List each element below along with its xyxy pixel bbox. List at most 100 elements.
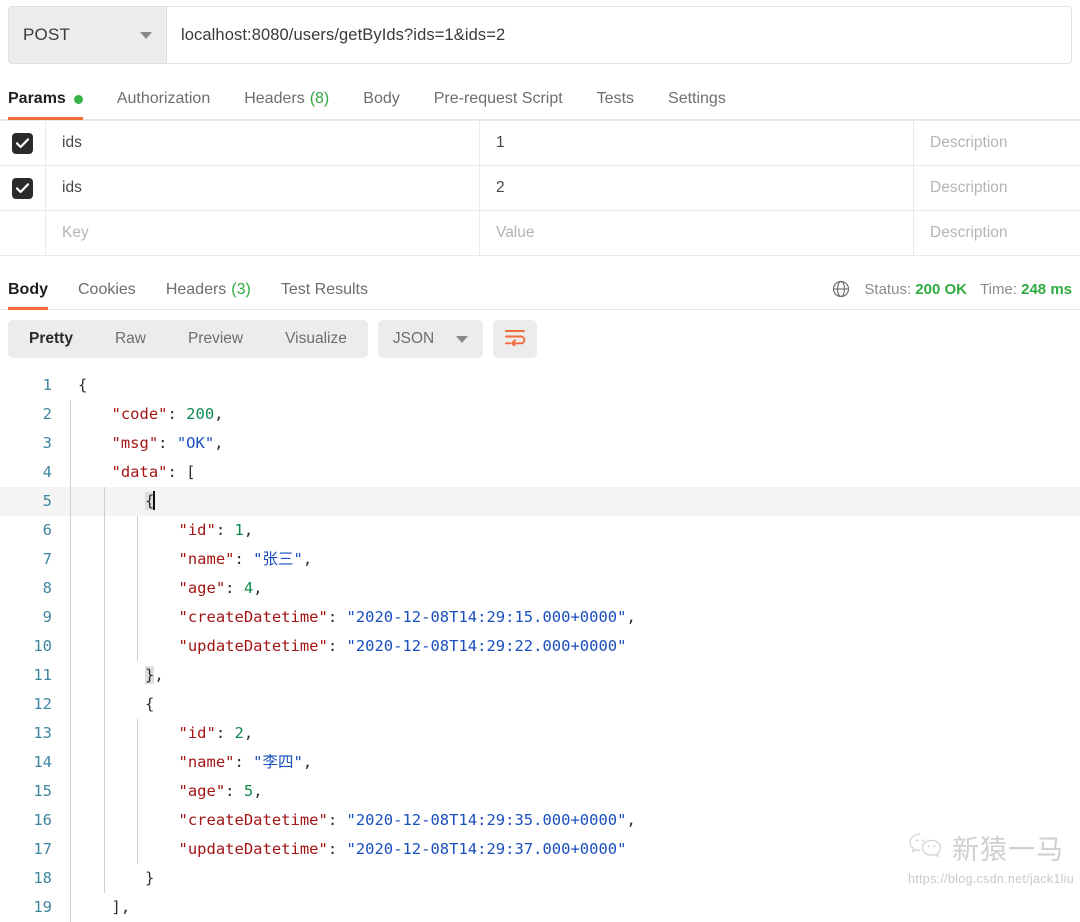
code-token: :	[327, 840, 347, 858]
code-tokens: "code": 200,	[112, 405, 224, 423]
code-token: ,	[302, 753, 313, 771]
view-mode-preview[interactable]: Preview	[167, 320, 264, 358]
indent-guide	[137, 603, 138, 632]
response-tab-body[interactable]: Body	[8, 281, 48, 310]
indent-guide	[103, 748, 105, 777]
indent-guide	[103, 632, 105, 661]
response-tab-count: (3)	[231, 281, 251, 298]
view-mode-pretty[interactable]: Pretty	[8, 320, 94, 358]
code-token: ,	[253, 782, 263, 800]
indent-guide	[137, 632, 138, 661]
word-wrap-button[interactable]	[493, 320, 538, 358]
code-line: 1{	[0, 371, 1080, 400]
code-token: {	[145, 695, 155, 713]
code-line-content: "id": 2,	[64, 719, 1080, 748]
request-tab-authorization[interactable]: Authorization	[117, 90, 210, 119]
line-number: 2	[42, 405, 52, 423]
line-number: 1	[42, 376, 52, 394]
view-mode-group: Pretty Raw Preview Visualize	[8, 320, 368, 358]
view-mode-raw[interactable]: Raw	[94, 320, 167, 358]
response-tab-cookies[interactable]: Cookies	[78, 281, 136, 309]
request-tab-settings[interactable]: Settings	[668, 90, 726, 119]
response-format-select[interactable]: JSON	[377, 320, 484, 358]
word-wrap-icon	[504, 328, 526, 351]
param-description-cell[interactable]: Description	[914, 166, 1080, 210]
query-params-table: ids 1 Description ids 2 Description Key Value De…	[0, 120, 1080, 256]
code-line: 9 "createDatetime": "2020-12-08T14:29:15.…	[0, 603, 1080, 632]
response-tab-test-results[interactable]: Test Results	[281, 281, 368, 309]
code-token: :	[327, 637, 347, 655]
code-line: 16 "createDatetime": "2020-12-08T14:29:35…	[0, 806, 1080, 835]
code-line: 17 "updateDatetime": "2020-12-08T14:29:37…	[0, 835, 1080, 864]
code-tokens: {	[78, 376, 87, 394]
param-value-cell[interactable]: 1	[480, 121, 914, 165]
code-token: "msg"	[111, 434, 159, 452]
param-key-cell[interactable]: ids	[46, 121, 480, 165]
response-tab-bar: Body Cookies Headers (3) Test Results Status…	[0, 266, 1080, 310]
code-token: "张三"	[253, 550, 303, 568]
code-line-content: "updateDatetime": "2020-12-08T14:29:22.0…	[64, 632, 1080, 661]
code-token: "updateDatetime"	[178, 840, 328, 858]
code-token: "name"	[178, 550, 235, 568]
view-mode-visualize[interactable]: Visualize	[264, 320, 368, 358]
code-token: 2	[234, 724, 244, 742]
response-view-toolbar: Pretty Raw Preview Visualize JSON	[0, 310, 1080, 367]
checkbox-unchecked[interactable]	[12, 223, 33, 244]
status-value: 200 OK	[915, 280, 967, 298]
param-key-cell-placeholder: Key	[62, 224, 89, 241]
code-token: :	[167, 405, 187, 423]
code-token: ]	[111, 898, 121, 916]
param-key-cell[interactable]: Key	[46, 211, 480, 255]
code-token: "id"	[178, 521, 216, 539]
code-tokens: "name": "李四",	[179, 753, 313, 771]
request-tab-label: Tests	[596, 90, 635, 107]
indent-guide	[103, 806, 105, 835]
code-line-content: "age": 4,	[64, 574, 1080, 603]
line-number: 9	[42, 608, 52, 626]
request-tab-tests[interactable]: Tests	[597, 90, 634, 119]
param-description-cell[interactable]: Description	[914, 211, 1080, 255]
checkbox-checked[interactable]	[12, 177, 33, 199]
request-tab-body[interactable]: Body	[363, 90, 399, 119]
line-number: 6	[42, 521, 52, 539]
request-url-input[interactable]: localhost:8080/users/getByIds?ids=1&ids=…	[167, 7, 1071, 63]
status-label: Status:	[864, 280, 912, 298]
http-method-select[interactable]: POST	[9, 7, 167, 63]
code-tokens: {	[145, 491, 156, 510]
code-line: 18}	[0, 864, 1080, 893]
request-tab-headers[interactable]: Headers (8)	[244, 90, 329, 119]
request-tab-pre-request-script[interactable]: Pre-request Script	[434, 90, 563, 119]
code-token: 1	[234, 521, 244, 539]
code-token: :	[167, 463, 187, 481]
indent-guide	[70, 835, 71, 864]
param-value-cell[interactable]: Value	[480, 211, 914, 255]
response-body-viewer[interactable]: 1{2 "code": 200, 3 "msg": "OK", 4 "data": [5{…	[0, 367, 1080, 922]
response-tab-headers[interactable]: Headers (3)	[166, 281, 251, 309]
code-line: 19],	[0, 893, 1080, 922]
indent-guide	[103, 690, 105, 719]
code-token: ,	[214, 405, 224, 423]
code-token: 5	[243, 782, 254, 800]
code-token: ,	[120, 898, 131, 916]
indent-guide	[103, 516, 105, 545]
request-tab-label: Settings	[668, 90, 726, 107]
checkbox-checked[interactable]	[12, 132, 33, 154]
param-value-cell[interactable]: 2	[480, 166, 914, 210]
line-number: 7	[42, 550, 52, 568]
request-tab-params[interactable]: Params	[8, 90, 83, 120]
indent-guide	[70, 458, 71, 487]
code-token: "2020-12-08T14:29:22.000+0000"	[346, 637, 627, 655]
indent-guide	[137, 516, 138, 545]
line-number: 16	[33, 811, 52, 829]
code-line-content: {	[64, 487, 1080, 516]
table-row: Key Value Description	[0, 211, 1080, 256]
code-token: }	[145, 869, 155, 887]
code-line-content: "id": 1,	[64, 516, 1080, 545]
indent-guide	[70, 632, 71, 661]
code-token: 4	[243, 579, 254, 597]
indent-guide	[103, 574, 105, 603]
code-tokens: "createDatetime": "2020-12-08T14:29:35.0…	[179, 811, 636, 829]
param-description-cell[interactable]: Description	[914, 121, 1080, 165]
indent-guide	[103, 864, 105, 893]
param-key-cell[interactable]: ids	[46, 166, 480, 210]
